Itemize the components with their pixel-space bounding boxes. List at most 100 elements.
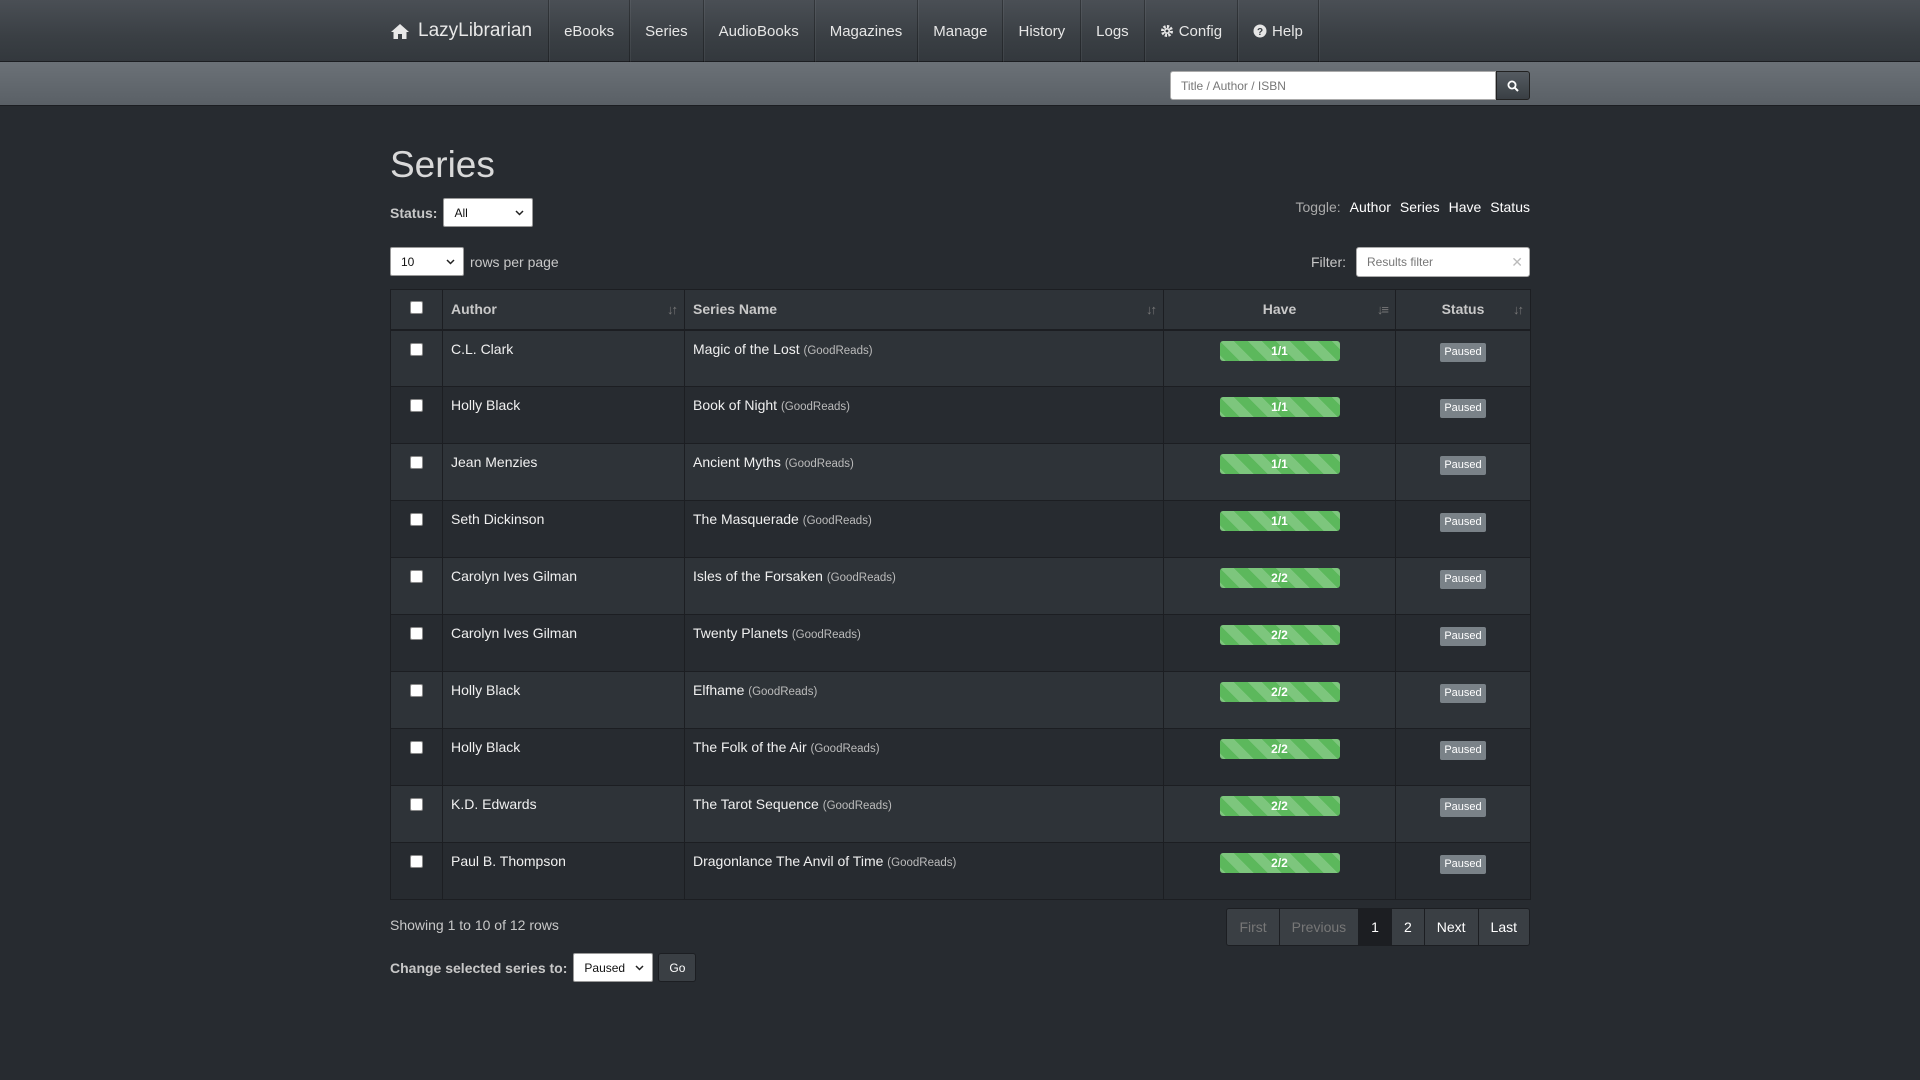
author-name[interactable]: C.L. Clark <box>451 341 513 357</box>
nav-series[interactable]: Series <box>630 0 704 62</box>
toggle-author[interactable]: Author <box>1350 199 1391 215</box>
author-cell[interactable]: Holly Black <box>442 728 685 786</box>
page-next[interactable]: Next <box>1424 909 1479 945</box>
status-badge: Paused <box>1440 798 1486 817</box>
go-button[interactable]: Go <box>658 953 697 982</box>
table-row: Seth Dickinson The Masquerade (GoodReads)… <box>390 500 1531 558</box>
table-row: C.L. Clark Magic of the Lost (GoodReads) 1… <box>390 329 1531 387</box>
nav-ebooks[interactable]: eBooks <box>549 0 631 62</box>
series-link[interactable]: Elfhame <box>693 682 744 698</box>
search-icon <box>1507 80 1519 92</box>
author-cell[interactable]: Seth Dickinson <box>442 500 685 558</box>
toggle-series[interactable]: Series <box>1400 199 1440 215</box>
toggle-status[interactable]: Status <box>1490 199 1530 215</box>
filter-input[interactable]: Results filter ✕ <box>1356 247 1530 277</box>
row-select-cell <box>390 443 443 501</box>
nav-audiobooks[interactable]: AudioBooks <box>704 0 815 62</box>
status-select-value: All <box>454 205 468 220</box>
column-header-author[interactable]: Author ↓↑ <box>442 289 685 331</box>
row-checkbox[interactable] <box>410 513 423 526</box>
table-row: Holly Black The Folk of the Air (GoodRead… <box>390 728 1531 786</box>
page-last[interactable]: Last <box>1478 909 1529 945</box>
series-cell: Isles of the Forsaken (GoodReads) <box>684 557 1164 615</box>
series-table: Author ↓↑ Series Name ↓↑ Have ↓≡ Status ↓↑ C… <box>390 289 1531 900</box>
series-link[interactable]: Isles of the Forsaken <box>693 568 823 584</box>
search-input[interactable] <box>1170 71 1496 100</box>
author-name[interactable]: K.D. Edwards <box>451 796 537 812</box>
row-checkbox[interactable] <box>410 627 423 640</box>
author-cell[interactable]: Paul B. Thompson <box>442 842 685 900</box>
page-1[interactable]: 1 <box>1359 909 1392 945</box>
column-header-have[interactable]: Have ↓≡ <box>1163 289 1396 331</box>
have-progress-bar: 1/1 <box>1219 511 1340 531</box>
row-checkbox[interactable] <box>410 855 423 868</box>
search-button[interactable] <box>1496 71 1530 100</box>
row-checkbox[interactable] <box>410 741 423 754</box>
author-cell[interactable]: Carolyn Ives Gilman <box>442 557 685 615</box>
author-name[interactable]: Carolyn Ives Gilman <box>451 568 577 584</box>
series-link[interactable]: The Tarot Sequence <box>693 796 819 812</box>
toggle-have[interactable]: Have <box>1449 199 1482 215</box>
nav-history[interactable]: History <box>1003 0 1082 62</box>
author-cell[interactable]: Holly Black <box>442 386 685 444</box>
source-label: (GoodReads) <box>802 515 872 527</box>
nav-help[interactable]: ? Help <box>1238 0 1319 62</box>
series-link[interactable]: The Folk of the Air <box>693 739 807 755</box>
have-cell: 2/2 <box>1163 557 1396 615</box>
series-cell: Twenty Planets (GoodReads) <box>684 614 1164 672</box>
author-cell[interactable]: K.D. Edwards <box>442 785 685 843</box>
series-cell: Elfhame (GoodReads) <box>684 671 1164 729</box>
series-link[interactable]: Ancient Myths <box>693 454 781 470</box>
page-2[interactable]: 2 <box>1391 909 1425 945</box>
series-link[interactable]: Book of Night <box>693 397 777 413</box>
status-badge: Paused <box>1440 570 1486 589</box>
row-checkbox[interactable] <box>410 342 423 356</box>
status-badge: Paused <box>1440 855 1486 874</box>
nav-label: Series <box>645 22 688 40</box>
series-cell: The Folk of the Air (GoodReads) <box>684 728 1164 786</box>
author-cell[interactable]: C.L. Clark <box>442 329 685 387</box>
page-first[interactable]: First <box>1227 909 1280 945</box>
row-checkbox[interactable] <box>410 684 423 697</box>
row-checkbox[interactable] <box>410 570 423 583</box>
column-header-series[interactable]: Series Name ↓↑ <box>684 289 1164 331</box>
status-select[interactable]: All <box>443 198 534 227</box>
series-link[interactable]: Dragonlance The Anvil of Time <box>693 853 883 869</box>
author-name[interactable]: Holly Black <box>451 397 520 413</box>
rows-select[interactable]: 10 <box>390 247 464 276</box>
clear-icon[interactable]: ✕ <box>1511 254 1523 271</box>
series-link[interactable]: Magic of the Lost <box>693 341 800 357</box>
author-name[interactable]: Paul B. Thompson <box>451 853 566 869</box>
nav-manage[interactable]: Manage <box>918 0 1004 62</box>
page-previous[interactable]: Previous <box>1279 909 1360 945</box>
nav-magazines[interactable]: Magazines <box>815 0 919 62</box>
author-name[interactable]: Carolyn Ives Gilman <box>451 625 577 641</box>
author-name[interactable]: Holly Black <box>451 682 520 698</box>
author-name[interactable]: Jean Menzies <box>451 454 537 470</box>
table-row: Jean Menzies Ancient Myths (GoodReads) 1/1… <box>390 443 1531 501</box>
row-select-cell <box>390 329 443 387</box>
change-status-select[interactable]: Paused <box>573 953 654 982</box>
have-progress-bar: 2/2 <box>1219 739 1340 759</box>
author-name[interactable]: Holly Black <box>451 739 520 755</box>
row-select-cell <box>390 842 443 900</box>
brand-link[interactable]: LazyLibrarian <box>390 0 550 62</box>
column-header-status[interactable]: Status ↓↑ <box>1395 289 1531 331</box>
status-cell: Paused <box>1395 614 1531 672</box>
author-cell[interactable]: Holly Black <box>442 671 685 729</box>
series-link[interactable]: The Masquerade <box>693 511 799 527</box>
author-cell[interactable]: Carolyn Ives Gilman <box>442 614 685 672</box>
nav-config[interactable]: Config <box>1145 0 1239 62</box>
question-circle-icon: ? <box>1253 24 1267 38</box>
row-checkbox[interactable] <box>410 456 423 469</box>
author-cell[interactable]: Jean Menzies <box>442 443 685 501</box>
row-checkbox[interactable] <box>410 399 423 412</box>
series-link[interactable]: Twenty Planets <box>693 625 788 641</box>
have-cell: 2/2 <box>1163 671 1396 729</box>
author-name[interactable]: Seth Dickinson <box>451 511 544 527</box>
table-row: Paul B. Thompson Dragonlance The Anvil of… <box>390 842 1531 900</box>
select-all-checkbox[interactable] <box>410 301 423 315</box>
nav-logs[interactable]: Logs <box>1081 0 1145 62</box>
status-cell: Paused <box>1395 842 1531 900</box>
row-checkbox[interactable] <box>410 798 423 811</box>
